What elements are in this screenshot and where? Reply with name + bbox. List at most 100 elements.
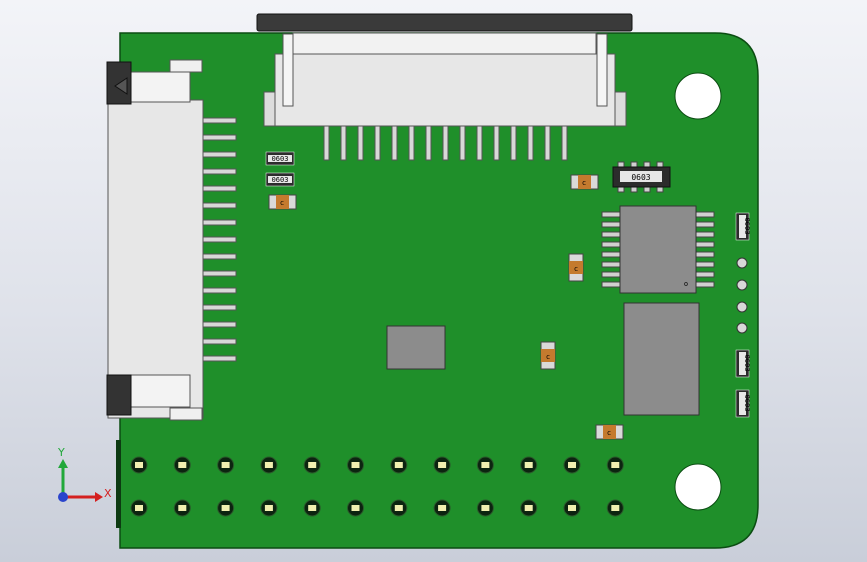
header-pad-pin xyxy=(135,462,143,468)
ic-pin-left xyxy=(601,241,621,248)
top-connector-latch-left xyxy=(263,91,276,127)
resistor-r2-label: 0603 xyxy=(272,176,289,184)
top-connector-pin xyxy=(561,125,568,161)
ic-pin-left xyxy=(601,251,621,258)
header-pad-pin xyxy=(524,462,533,468)
pcb-model-view[interactable]: 0603 0603 c c c c c 0603 o 0603 0603 060… xyxy=(0,0,867,562)
top-connector-body xyxy=(274,53,616,127)
ic-pin-right xyxy=(695,271,715,278)
top-connector-pin xyxy=(340,125,347,161)
header-pad-pin xyxy=(524,505,533,511)
ic-pin-right xyxy=(695,211,715,218)
header-pad-pin xyxy=(438,505,447,511)
header-pad-pin xyxy=(264,462,273,468)
top-connector-pin xyxy=(425,125,432,161)
top-connector-pin xyxy=(374,125,381,161)
left-connector-body xyxy=(107,99,204,419)
left-connector-pin xyxy=(202,253,237,260)
top-connector-pin xyxy=(442,125,449,161)
test-pad xyxy=(736,301,748,313)
qfn-chip xyxy=(386,325,446,370)
top-connector-pin xyxy=(459,125,466,161)
x-axis-arrow-icon xyxy=(95,492,103,502)
left-connector-pin xyxy=(202,304,237,311)
ic-pin1-mark: o xyxy=(684,280,688,288)
left-connector-cap-bottom xyxy=(169,407,203,421)
top-connector-pin xyxy=(527,125,534,161)
left-connector-pin xyxy=(202,355,237,362)
header-pad-pin xyxy=(308,462,317,468)
header-pad-pin xyxy=(264,505,273,511)
test-pad xyxy=(736,257,748,269)
ic-pin-left xyxy=(601,281,621,288)
left-connector-pin xyxy=(202,287,237,294)
left-connector-pins xyxy=(202,117,237,362)
ic-pin-right xyxy=(695,221,715,228)
top-connector-post-right xyxy=(596,33,608,107)
board-edge-dark xyxy=(116,440,121,528)
header-pad-pin xyxy=(438,462,447,468)
ic-pin-right xyxy=(695,241,715,248)
resistor-r3: 0603 xyxy=(735,212,751,241)
test-pad xyxy=(736,279,748,291)
y-axis-arrow-icon xyxy=(58,459,68,468)
left-connector-pin xyxy=(202,270,237,277)
left-connector-cap-top xyxy=(169,59,203,73)
svg-text:c: c xyxy=(574,265,578,273)
ic-pin-left xyxy=(601,221,621,228)
svg-text:0603: 0603 xyxy=(743,218,751,235)
svg-text:0603: 0603 xyxy=(743,355,751,372)
top-connector-pin xyxy=(510,125,517,161)
coordinate-triad: X Y xyxy=(57,446,112,502)
header-pad-pin xyxy=(611,462,620,468)
left-connector-pin xyxy=(202,151,237,158)
header-pad-pin xyxy=(178,505,187,511)
svg-text:0603: 0603 xyxy=(743,395,751,412)
left-connector-pin xyxy=(202,117,237,124)
left-latch-bottom-bar xyxy=(129,374,191,408)
header-pad-pin xyxy=(221,462,230,468)
ic-pin-left xyxy=(601,261,621,268)
z-axis-icon xyxy=(58,492,68,502)
top-connector-pins xyxy=(323,125,568,161)
svg-text:c: c xyxy=(546,353,550,361)
header-pad-pin xyxy=(351,462,360,468)
left-connector-pin xyxy=(202,202,237,209)
top-connector-latch-right xyxy=(614,91,627,127)
capacitor-c1: c xyxy=(268,194,297,210)
left-connector-pin xyxy=(202,236,237,243)
header-pad-pin xyxy=(568,505,576,511)
header-pad-pin xyxy=(394,462,403,468)
soic-chip: 0603 xyxy=(612,161,671,193)
svg-text:c: c xyxy=(607,429,611,437)
header-pad-pin xyxy=(568,462,576,468)
ic-pin-left xyxy=(601,271,621,278)
top-connector-post-left xyxy=(282,33,294,107)
top-connector-pin xyxy=(323,125,330,161)
cad-viewport[interactable]: 0603 0603 c c c c c 0603 o 0603 0603 060… xyxy=(0,0,867,562)
left-latch-top-bar xyxy=(129,71,191,103)
resistor-r2: 0603 xyxy=(265,172,295,187)
header-pad-pin xyxy=(481,505,490,511)
left-connector-pin xyxy=(202,185,237,192)
x-axis-label: X xyxy=(104,487,112,500)
top-connector-pin xyxy=(493,125,500,161)
capacitor-c5: c xyxy=(595,424,624,440)
svg-text:c: c xyxy=(280,199,284,207)
ic-pin-right xyxy=(695,231,715,238)
header-pad-pin xyxy=(351,505,360,511)
resistor-r5: 0603 xyxy=(735,389,751,418)
ic-pin-left xyxy=(601,211,621,218)
svg-text:c: c xyxy=(582,179,586,187)
left-latch-bottom xyxy=(106,374,132,416)
left-connector-pin xyxy=(202,134,237,141)
top-connector-pin xyxy=(357,125,364,161)
left-connector-pin xyxy=(202,338,237,345)
ic-pin-left xyxy=(601,231,621,238)
ic-pin-right xyxy=(695,261,715,268)
header-pad-pin xyxy=(178,462,187,468)
left-connector-pin xyxy=(202,168,237,175)
resistor-r4: 0603 xyxy=(735,349,751,378)
header-pad-pin xyxy=(135,505,143,511)
mounting-hole-bottom xyxy=(674,463,722,511)
